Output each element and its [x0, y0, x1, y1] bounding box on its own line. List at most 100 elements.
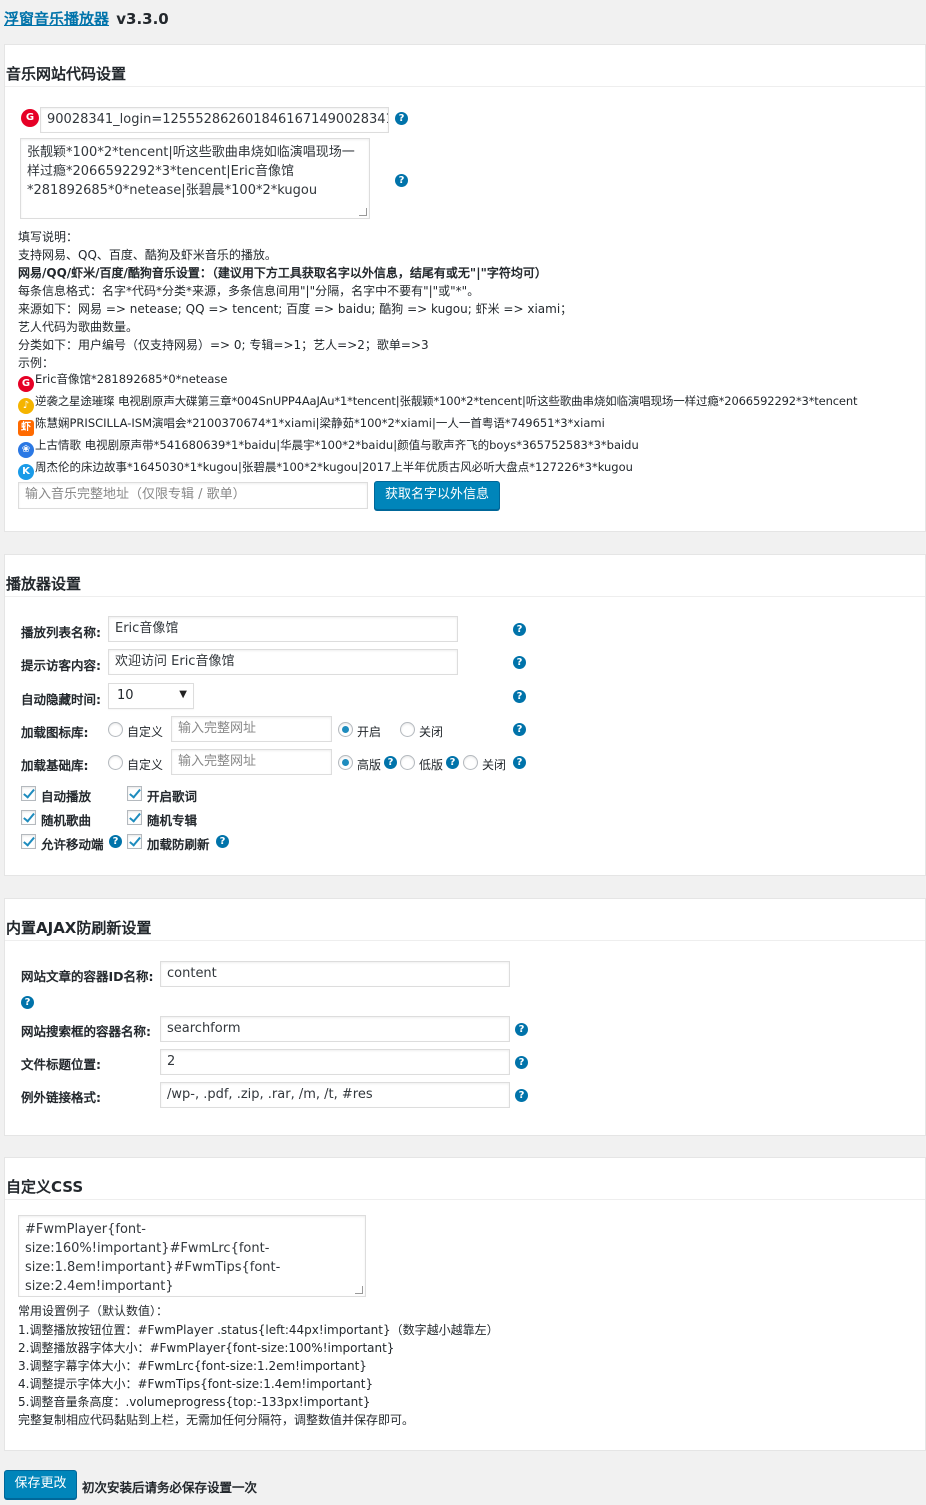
qqmusic-icon: ♪: [18, 398, 34, 414]
baidu-icon: ❀: [18, 442, 34, 458]
search-container-label: 网站搜索框的容器名称:: [21, 1024, 151, 1039]
autohide-label: 自动隐藏时间:: [21, 692, 101, 707]
baselib-off-label: 关闭: [482, 758, 507, 772]
example-line: K 周杰伦的床边故事*1645030*1*kugou|张碧晨*100*2*kugo…: [18, 459, 633, 480]
lyrics-checkbox[interactable]: [127, 786, 142, 801]
exclude-links-input[interactable]: /wp-, .pdf, .zip, .rar, /m, /t, #res: [160, 1082, 510, 1108]
netease-icon: G: [18, 376, 34, 392]
playlist-name-label: 播放列表名称:: [21, 625, 101, 640]
iconlib-on-label: 开启: [357, 725, 382, 739]
example-text: Eric音像馆*281892685*0*netease: [35, 372, 228, 386]
instructions-line: 每条信息格式：名字*代码*分类*来源，多条信息间用"|"分隔，名字中不要有"|"…: [18, 284, 480, 298]
iconlib-off-radio[interactable]: [400, 722, 415, 737]
help-icon[interactable]: ?: [395, 112, 408, 125]
autoplay-label: 自动播放: [41, 789, 92, 804]
refresh-checkbox[interactable]: [127, 834, 142, 849]
css-note-line: 完整复制相应代码黏贴到上栏，无需加任何分隔符，调整数值并保存即可。: [18, 1413, 415, 1427]
title-position-input[interactable]: 2: [160, 1049, 510, 1075]
playlist-name-input[interactable]: Eric音像馆: [108, 616, 458, 642]
plugin-name-link[interactable]: 浮窗音乐播放器: [4, 10, 109, 28]
baselib-off-radio[interactable]: [463, 755, 478, 770]
custom-css-textarea[interactable]: #FwmPlayer{font-size:160%!important}#Fwm…: [18, 1215, 366, 1297]
example-text: 上古情歌 电视剧原声带*541680639*1*baidu|华晨宇*100*2*…: [35, 438, 639, 452]
instructions-line: 填写说明：: [18, 230, 79, 244]
baselib-custom-radio[interactable]: [108, 755, 123, 770]
css-note-line: 3.调整字幕字体大小：#FwmLrc{font-size:1.2em!impor…: [18, 1359, 367, 1373]
baselib-high-label: 高版: [357, 758, 382, 772]
xiami-icon: 虾: [18, 420, 34, 436]
example-text: 周杰伦的床边故事*1645030*1*kugou|张碧晨*100*2*kugou…: [35, 460, 633, 474]
example-text: 陈慧娴PRISCILLA-ISM演唱会*2100370674*1*xiami|梁…: [35, 416, 605, 430]
mobile-label: 允许移动端: [41, 837, 104, 852]
baselib-high-radio[interactable]: [338, 755, 353, 770]
help-icon[interactable]: ?: [384, 756, 397, 769]
baselib-custom-label: 自定义: [127, 758, 164, 772]
autoplay-checkbox[interactable]: [21, 786, 36, 801]
music-url-input[interactable]: 输入音乐完整地址（仅限专辑 / 歌单）: [18, 482, 368, 509]
help-icon[interactable]: ?: [515, 1023, 528, 1036]
help-icon[interactable]: ?: [513, 756, 526, 769]
search-container-input[interactable]: searchform: [160, 1016, 510, 1042]
css-note-line: 常用设置例子（默认数值）：: [18, 1304, 169, 1318]
page-header: 浮窗音乐播放器 v3.3.0: [4, 8, 169, 29]
css-note-line: 5.调整音量条高度：.volumeprogress{top:-133px!imp…: [18, 1395, 371, 1409]
instructions-line: 示例：: [18, 356, 55, 370]
title-position-label: 文件标题位置:: [21, 1057, 101, 1072]
css-note-line: 1.调整播放按钮位置：#FwmPlayer .status{left:44px!…: [18, 1323, 499, 1337]
fetch-info-button[interactable]: 获取名字以外信息: [374, 481, 500, 510]
help-icon[interactable]: ?: [513, 656, 526, 669]
baselib-low-radio[interactable]: [400, 755, 415, 770]
random-album-label: 随机专辑: [147, 813, 198, 828]
kugou-icon: K: [18, 464, 34, 480]
mobile-checkbox[interactable]: [21, 834, 36, 849]
player-settings-title: 播放器设置: [5, 555, 925, 597]
plugin-version: v3.3.0: [116, 10, 169, 28]
iconlib-off-label: 关闭: [419, 725, 444, 739]
example-line: G Eric音像馆*281892685*0*netease: [18, 371, 228, 392]
instructions-line: 来源如下：网易 => netease; QQ => tencent; 百度 =>…: [18, 302, 573, 316]
exclude-links-label: 例外链接格式:: [21, 1090, 101, 1105]
music-code-title: 音乐网站代码设置: [5, 45, 925, 87]
music-code-panel: 音乐网站代码设置 G 90028341_login=12555286260184…: [4, 44, 926, 532]
save-button[interactable]: 保存更改: [4, 1470, 77, 1499]
iconlib-url-input[interactable]: 输入完整网址: [171, 716, 332, 742]
iconlib-on-radio[interactable]: [338, 722, 353, 737]
help-icon[interactable]: ?: [515, 1089, 528, 1102]
css-note-line: 4.调整提示字体大小：#FwmTips{font-size:1.4em!impo…: [18, 1377, 374, 1391]
random-album-checkbox[interactable]: [127, 810, 142, 825]
container-id-label: 网站文章的容器ID名称:: [21, 969, 154, 984]
help-icon[interactable]: ?: [446, 756, 459, 769]
custom-css-panel: 自定义CSS #FwmPlayer{font-size:160%!importa…: [4, 1157, 926, 1451]
example-line: 虾陈慧娴PRISCILLA-ISM演唱会*2100370674*1*xiami|…: [18, 415, 605, 436]
help-icon[interactable]: ?: [515, 1056, 528, 1069]
help-icon[interactable]: ?: [216, 835, 229, 848]
ajax-settings-panel: 内置AJAX防刷新设置 网站文章的容器ID名称: content ? 网站搜索框…: [4, 898, 926, 1136]
baselib-label: 加载基础库:: [21, 758, 89, 773]
baselib-url-input[interactable]: 输入完整网址: [171, 749, 332, 775]
tips-label: 提示访客内容:: [21, 658, 101, 673]
player-settings-panel: 播放器设置 播放列表名称: Eric音像馆 ? 提示访客内容: 欢迎访问 Eri…: [4, 554, 926, 876]
help-icon[interactable]: ?: [513, 723, 526, 736]
css-note-line: 2.调整播放器字体大小：#FwmPlayer{font-size:100%!im…: [18, 1341, 395, 1355]
help-icon[interactable]: ?: [513, 623, 526, 636]
autohide-select[interactable]: 10 ▼: [108, 683, 194, 709]
autohide-value: 10: [117, 688, 134, 703]
refresh-label: 加载防刷新: [147, 837, 210, 852]
help-icon[interactable]: ?: [395, 174, 408, 187]
container-id-input[interactable]: content: [160, 961, 510, 987]
baselib-low-label: 低版: [419, 758, 444, 772]
ajax-settings-title: 内置AJAX防刷新设置: [5, 899, 925, 941]
iconlib-label: 加载图标库:: [21, 725, 89, 740]
random-song-checkbox[interactable]: [21, 810, 36, 825]
instructions-line: 支持网易、QQ、百度、酷狗及虾米音乐的播放。: [18, 248, 277, 262]
help-icon[interactable]: ?: [513, 690, 526, 703]
iconlib-custom-radio[interactable]: [108, 722, 123, 737]
playlist-code-textarea[interactable]: 张靓颖*100*2*tencent|听这些歌曲串烧如临演唱现场一样过瘾*2066…: [20, 138, 370, 219]
example-text: 逆袭之星途璀璨 电视剧原声大碟第三章*004SnUPP4AaJAu*1*tenc…: [35, 394, 858, 408]
cookie-input[interactable]: 90028341_login=1255528626018461671490028…: [40, 107, 389, 133]
help-icon[interactable]: ?: [21, 996, 34, 1009]
instructions-line: 分类如下：用户编号（仅支持网易）=> 0; 专辑=>1；艺人=>2；歌单=>3: [18, 338, 429, 352]
help-icon[interactable]: ?: [109, 835, 122, 848]
tips-input[interactable]: 欢迎访问 Eric音像馆: [108, 649, 458, 675]
instructions-line: 艺人代码为歌曲数量。: [18, 320, 139, 334]
